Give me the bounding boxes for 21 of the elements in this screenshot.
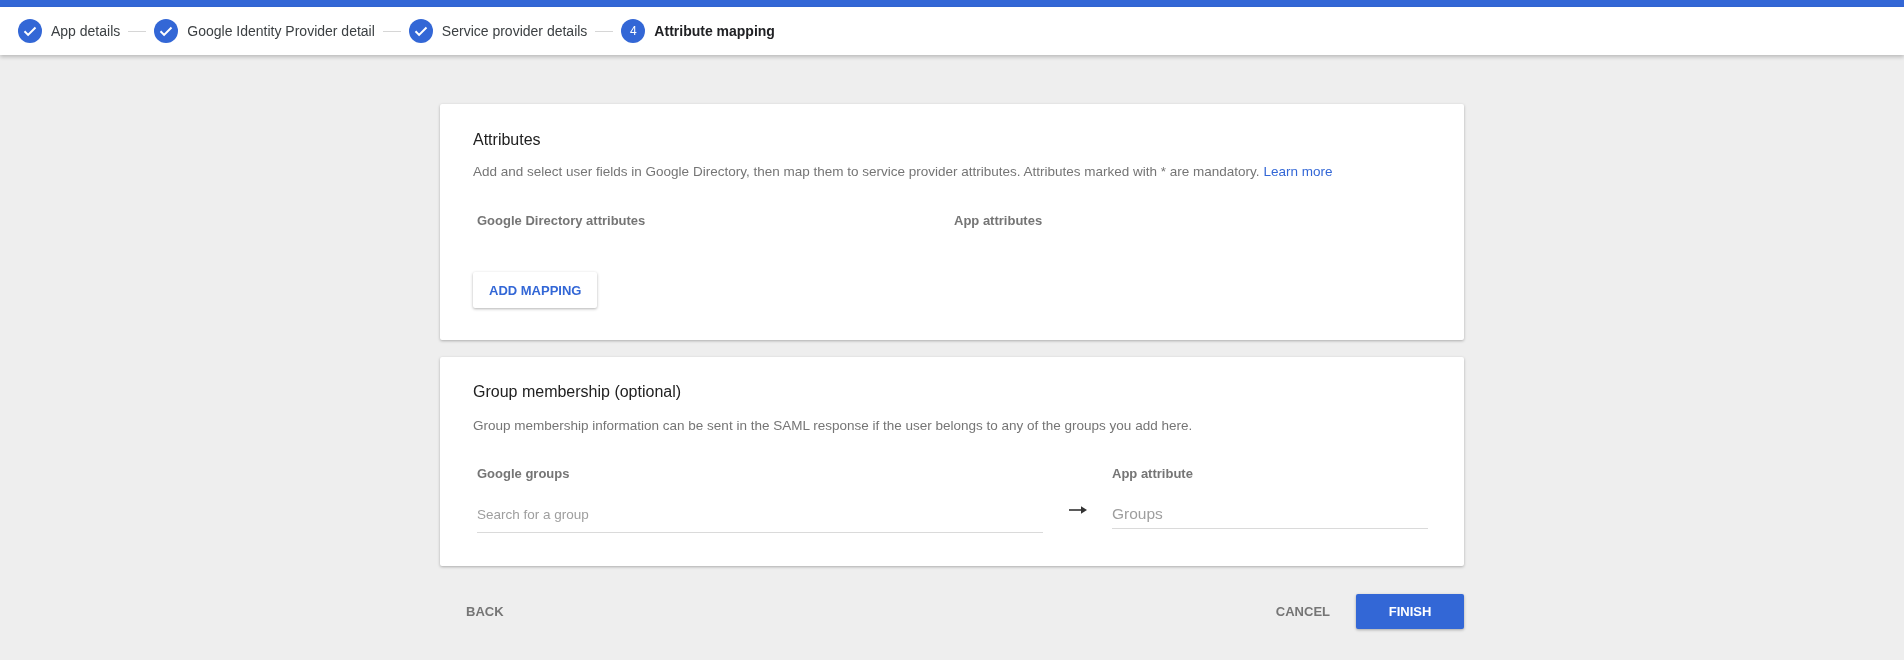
- step-label: Google Identity Provider detail: [187, 23, 375, 39]
- card-description: Group membership information can be sent in the SAML response if the user belongs to any of the groups you add here.: [473, 417, 1194, 435]
- cancel-button[interactable]: CANCEL: [1259, 593, 1346, 629]
- step-label: Service provider details: [441, 23, 588, 39]
- step-number: 4: [621, 19, 646, 43]
- finish-button[interactable]: FINISH: [1356, 593, 1464, 629]
- group-search-field[interactable]: Search for a group: [477, 496, 1043, 533]
- column-header: App attributes: [954, 212, 1043, 230]
- app-attribute-field[interactable]: Groups: [1112, 500, 1428, 529]
- arrow-right-icon: [1068, 505, 1087, 515]
- learn-more-link[interactable]: Learn more: [1263, 164, 1333, 179]
- back-button[interactable]: BACK: [450, 593, 520, 629]
- column-header: Google Directory attributes: [477, 212, 646, 230]
- card-title: Group membership (optional): [473, 382, 683, 402]
- card-title: Attributes: [473, 130, 542, 150]
- step-label: App details: [51, 23, 121, 39]
- step-label: Attribute mapping: [654, 23, 775, 39]
- column-header: App attribute: [1112, 465, 1193, 483]
- column-header: Google groups: [477, 465, 570, 483]
- add-mapping-button[interactable]: ADD MAPPING: [473, 272, 598, 308]
- card-description: Add and select user fields in Google Directory, then map them to service provider attributes. Attributes marked with * are mandatory. Learn more: [473, 163, 1334, 181]
